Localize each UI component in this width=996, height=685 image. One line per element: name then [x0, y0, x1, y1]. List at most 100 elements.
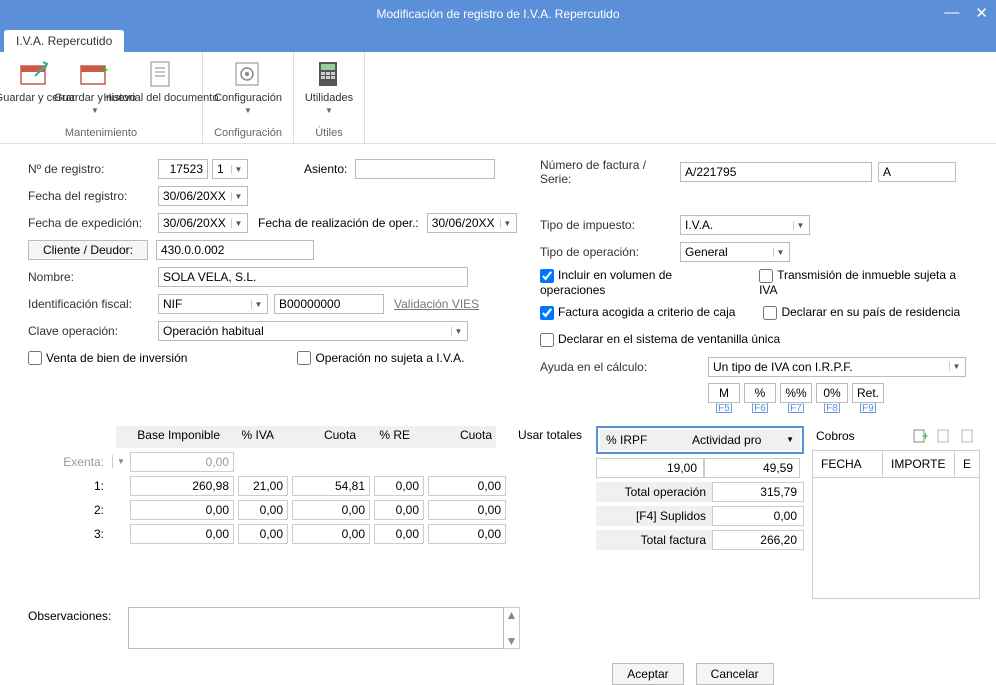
ret-button[interactable]: Ret.	[852, 383, 884, 403]
id-num-input[interactable]	[274, 294, 384, 314]
pct-button[interactable]: %	[744, 383, 776, 403]
asiento-input[interactable]	[355, 159, 495, 179]
r3-cuota2[interactable]	[428, 524, 506, 544]
group-mantenimiento: Mantenimiento	[6, 127, 196, 141]
cobros-body[interactable]	[813, 478, 979, 598]
f6-hint: [F6]	[744, 403, 776, 414]
chevron-down-icon: ▼	[91, 106, 99, 115]
r2-re[interactable]	[374, 500, 424, 520]
irpf-header: % IRPF Actividad pro▼	[596, 426, 804, 454]
asiento-label: Asiento:	[304, 162, 347, 176]
r3-re[interactable]	[374, 524, 424, 544]
ayuda-select[interactable]: Un tipo de IVA con I.R.P.F.▼	[708, 357, 966, 377]
n-registro-serie[interactable]: 1▼	[212, 159, 248, 179]
utilidades-button[interactable]: Utilidades ▼	[300, 56, 358, 117]
cliente-button[interactable]: Cliente / Deudor:	[28, 240, 148, 260]
ribbon: Guardar y cerrar + Guardar y nuevo ▼ His…	[0, 52, 996, 144]
irpf-pct-head: % IRPF	[600, 430, 686, 450]
nombre-input[interactable]	[158, 267, 468, 287]
aceptar-button[interactable]: Aceptar	[612, 663, 683, 685]
r2-iva[interactable]	[238, 500, 288, 520]
tipo-imp-select[interactable]: I.V.A.▼	[680, 215, 810, 235]
serie-input[interactable]	[878, 162, 956, 182]
irpf-imp-input[interactable]	[704, 458, 800, 478]
minimize-icon[interactable]: —	[944, 4, 959, 22]
textarea-scroll[interactable]: ▲▼	[504, 607, 520, 649]
col-base: Base Imponible	[116, 426, 224, 448]
zero-button[interactable]: 0%	[816, 383, 848, 403]
save-close-button[interactable]: Guardar y cerrar	[6, 56, 64, 117]
m-button[interactable]: M	[708, 383, 740, 403]
add-icon[interactable]: +	[912, 428, 928, 444]
close-icon[interactable]: ✕	[975, 4, 988, 22]
tab-iva-repercutido[interactable]: I.V.A. Repercutido	[4, 30, 124, 52]
total-fac-label: Total factura	[596, 530, 712, 550]
irpf-act-head[interactable]: Actividad pro▼	[686, 430, 800, 450]
fecha-reg-label: Fecha del registro:	[28, 189, 158, 203]
col-importe: IMPORTE	[883, 451, 955, 477]
save-close-icon	[19, 58, 51, 90]
transmision-check[interactable]: Transmisión de inmueble sujeta a IVA	[759, 268, 976, 297]
num-factura-label: Número de factura / Serie:	[540, 158, 680, 186]
total-op-label: Total operación	[596, 482, 712, 502]
col-e: E	[955, 451, 979, 477]
cobros-grid: FECHA IMPORTE E	[812, 450, 980, 599]
r2-base[interactable]	[130, 500, 234, 520]
tipo-op-label: Tipo de operación:	[540, 245, 680, 259]
r3-iva[interactable]	[238, 524, 288, 544]
pctpct-button[interactable]: %%	[780, 383, 812, 403]
incluir-check[interactable]: Incluir en volumen de operaciones	[540, 268, 739, 297]
svg-text:+: +	[101, 63, 108, 77]
r2-cuota[interactable]	[292, 500, 370, 520]
r1-cuota2[interactable]	[428, 476, 506, 496]
cobros-title: Cobros	[816, 429, 855, 443]
r1-cuota[interactable]	[292, 476, 370, 496]
row2-label: 2:	[28, 501, 112, 519]
tipo-imp-label: Tipo de impuesto:	[540, 218, 680, 232]
copy-icon[interactable]	[936, 428, 952, 444]
exenta-input[interactable]	[130, 452, 234, 472]
history-button[interactable]: Historial del documento	[126, 56, 196, 117]
id-tipo-select[interactable]: NIF▼	[158, 294, 268, 314]
exenta-label: Exenta:	[28, 453, 112, 471]
r1-base[interactable]	[130, 476, 234, 496]
r3-base[interactable]	[130, 524, 234, 544]
cliente-input[interactable]	[156, 240, 314, 260]
save-new-button[interactable]: + Guardar y nuevo ▼	[66, 56, 124, 117]
observaciones-input[interactable]	[128, 607, 504, 649]
config-button[interactable]: Configuración ▼	[209, 56, 287, 117]
r1-re[interactable]	[374, 476, 424, 496]
r3-cuota[interactable]	[292, 524, 370, 544]
fecha-oper-input[interactable]: 30/06/20XX▼	[427, 213, 517, 233]
f8-hint: [F8]	[816, 403, 848, 414]
op-no-sujeta-check[interactable]: Operación no sujeta a I.V.A.	[297, 351, 464, 366]
n-registro-input[interactable]	[158, 159, 208, 179]
usar-totales-button[interactable]: Usar totales	[502, 426, 586, 448]
declarar-pais-check[interactable]: Declarar en su país de residencia	[763, 305, 960, 320]
num-factura-input[interactable]	[680, 162, 872, 182]
acogida-check[interactable]: Factura acogida a criterio de caja	[540, 305, 735, 320]
venta-bien-check[interactable]: Venta de bien de inversión	[28, 351, 187, 366]
fecha-exp-input[interactable]: 30/06/20XX▼	[158, 213, 248, 233]
gear-icon	[232, 58, 264, 90]
r2-cuota2[interactable]	[428, 500, 506, 520]
suplidos-input[interactable]	[712, 506, 804, 526]
f9-hint: [F9]	[852, 403, 884, 414]
cancelar-button[interactable]: Cancelar	[696, 663, 774, 685]
grid-header: Base Imponible % IVA Cuota % RE Cuota Us…	[28, 426, 588, 448]
tipo-op-select[interactable]: General▼	[680, 242, 790, 262]
ventanilla-check[interactable]: Declarar en el sistema de ventanilla úni…	[540, 332, 780, 347]
fecha-reg-input[interactable]: 30/06/20XX▼	[158, 186, 248, 206]
id-fiscal-label: Identificación fiscal:	[28, 297, 158, 311]
r1-iva[interactable]	[238, 476, 288, 496]
clave-select[interactable]: Operación habitual▼	[158, 321, 468, 341]
window-controls: — ✕	[944, 4, 988, 22]
delete-icon[interactable]	[960, 428, 976, 444]
clave-label: Clave operación:	[28, 324, 158, 338]
group-utiles: Útiles	[300, 127, 358, 141]
grid-area: Base Imponible % IVA Cuota % RE Cuota Us…	[0, 422, 996, 607]
validacion-link[interactable]: Validación VIES	[394, 297, 479, 311]
irpf-pct-input[interactable]	[596, 458, 704, 478]
exenta-dd[interactable]: ▼	[112, 455, 126, 468]
ribbon-tabs: I.V.A. Repercutido	[0, 28, 996, 52]
